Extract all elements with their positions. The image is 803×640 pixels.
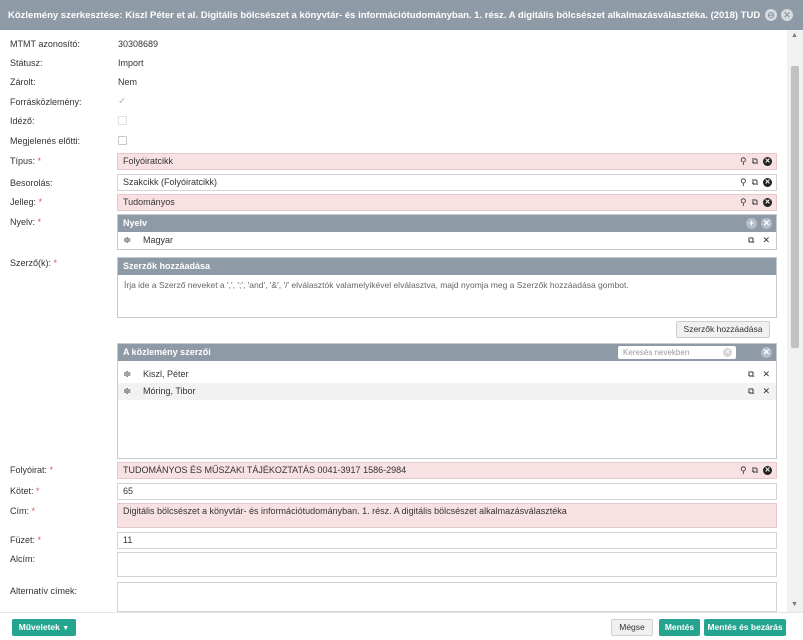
authors-panel: A közlemény szerzői Keresés nevekben ✕ ✕… [117,343,777,459]
actions-button[interactable]: Műveletek ▼ [12,619,76,636]
alternative-titles-field[interactable] [117,582,777,612]
source-publication-label: Forrásközlemény: [10,97,82,107]
scrollbar-thumb[interactable] [791,66,799,348]
list-item[interactable]: ≑ Kiszl, Péter ⧉ ✕ [118,366,776,383]
subtitle-label: Alcím: [10,554,36,564]
open-external-icon[interactable]: ⧉ [748,366,754,383]
dialog-footer: Műveletek ▼ Mégse Mentés Mentés és bezár… [0,612,803,640]
remove-icon[interactable]: ✕ [762,366,770,383]
prepublication-checkbox[interactable] [118,136,127,145]
open-external-icon[interactable]: ⧉ [748,383,754,400]
remove-icon[interactable]: ✕ [762,232,770,249]
mtmt-id-label: MTMT azonosító: [10,39,80,49]
clear-icon[interactable]: ✕ [763,157,772,166]
add-authors-header: Szerzők hozzáadása [118,258,776,275]
alternative-titles-label: Alternatív címek: [10,586,78,596]
add-icon[interactable]: + [746,218,757,229]
search-icon[interactable]: ⚲ [740,154,747,169]
type-label: Típus: * [10,156,42,166]
citing-label: Idéző: [10,116,35,126]
classification-label: Besorolás: [10,178,53,188]
clear-icon[interactable]: ✕ [723,348,732,357]
classification-value: Szakcikk (Folyóiratcikk) [123,177,218,187]
remove-icon[interactable]: ✕ [762,383,770,400]
cancel-button[interactable]: Mégse [611,619,653,636]
close-icon[interactable]: ✕ [781,9,793,21]
title-field[interactable]: Digitális bölcsészet a könyvtár- és info… [117,503,777,528]
language-panel: Nyelv + ✕ ≑ Magyar ⧉ ✕ [117,214,777,250]
type-field[interactable]: Folyóiratcikk ⚲ ⧉ ✕ [117,153,777,170]
source-publication-checkmark-icon: ✓ [118,96,127,107]
type-value: Folyóiratcikk [123,156,174,166]
status-value: Import [118,58,144,68]
language-panel-header: Nyelv + ✕ [118,215,776,232]
journal-label: Folyóirat: * [10,465,54,475]
form-body: MTMT azonosító: 30308689 Státusz: Import… [0,30,787,612]
add-authors-button[interactable]: Szerzők hozzáadása [676,321,770,338]
language-item: Magyar [143,235,174,245]
drag-handle-icon[interactable]: ≑ [123,383,131,400]
open-external-icon[interactable]: ⧉ [752,154,758,169]
authors-search-input[interactable]: Keresés nevekben ✕ [618,346,736,359]
prepublication-label: Megjelenés előtti: [10,136,81,146]
list-item[interactable]: ≑ Móring, Tibor ⧉ ✕ [118,383,776,400]
clear-icon[interactable]: ✕ [763,466,772,475]
locked-label: Zárolt: [10,77,36,87]
dialog-title: Közlemény szerkesztése: Kiszl Péter et a… [8,9,760,21]
open-external-icon[interactable]: ⧉ [752,195,758,210]
issue-label: Füzet: * [10,535,42,545]
scrollbar[interactable]: ▲ ▼ [787,30,803,612]
search-icon[interactable]: ⚲ [740,195,747,210]
minimize-icon[interactable]: ⊖ [765,9,777,21]
locked-value: Nem [118,77,138,87]
issue-field[interactable]: 11 [117,532,777,549]
nature-field[interactable]: Tudományos ⚲ ⧉ ✕ [117,194,777,211]
search-icon[interactable]: ⚲ [740,175,747,190]
clear-icon[interactable]: ✕ [763,178,772,187]
open-external-icon[interactable]: ⧉ [752,463,758,478]
title-label: Cím: * [10,506,36,516]
caret-down-icon: ▼ [62,625,70,632]
subtitle-field[interactable] [117,552,777,577]
close-icon[interactable]: ✕ [761,347,772,358]
list-item[interactable]: ≑ Magyar ⧉ ✕ [118,232,776,249]
close-icon[interactable]: ✕ [761,218,772,229]
save-and-close-button[interactable]: Mentés és bezárás [704,619,786,636]
journal-value: TUDOMÁNYOS ÉS MŰSZAKI TÁJÉKOZTATÁS 0041-… [123,465,407,475]
open-external-icon[interactable]: ⧉ [748,232,754,249]
clear-icon[interactable]: ✕ [763,198,772,207]
open-external-icon[interactable]: ⧉ [752,175,758,190]
authors-label: Szerző(k): * [10,258,58,268]
mtmt-id-value: 30308689 [118,39,159,49]
save-button[interactable]: Mentés [659,619,700,636]
author-name: Móring, Tibor [143,386,196,396]
volume-field[interactable]: 65 [117,483,777,500]
search-icon[interactable]: ⚲ [740,463,747,478]
status-label: Státusz: [10,58,43,68]
drag-handle-icon[interactable]: ≑ [123,232,131,249]
author-name: Kiszl, Péter [143,369,189,379]
volume-label: Kötet: * [10,486,40,496]
add-authors-textarea[interactable]: Írja ide a Szerző neveket a ',', ';', 'a… [118,275,776,319]
add-authors-panel: Szerzők hozzáadása Írja ide a Szerző nev… [117,257,777,318]
scroll-up-icon[interactable]: ▲ [791,32,798,39]
nature-label: Jelleg: * [10,197,43,207]
scroll-down-icon[interactable]: ▼ [791,601,798,608]
dialog-titlebar: Közlemény szerkesztése: Kiszl Péter et a… [0,0,803,30]
classification-field[interactable]: Szakcikk (Folyóiratcikk) ⚲ ⧉ ✕ [117,174,777,191]
journal-field[interactable]: TUDOMÁNYOS ÉS MŰSZAKI TÁJÉKOZTATÁS 0041-… [117,462,777,479]
language-label: Nyelv: * [10,217,42,227]
drag-handle-icon[interactable]: ≑ [123,366,131,383]
nature-value: Tudományos [123,197,175,207]
citing-checkbox [118,116,127,125]
authors-panel-header: A közlemény szerzői Keresés nevekben ✕ ✕ [118,344,776,361]
